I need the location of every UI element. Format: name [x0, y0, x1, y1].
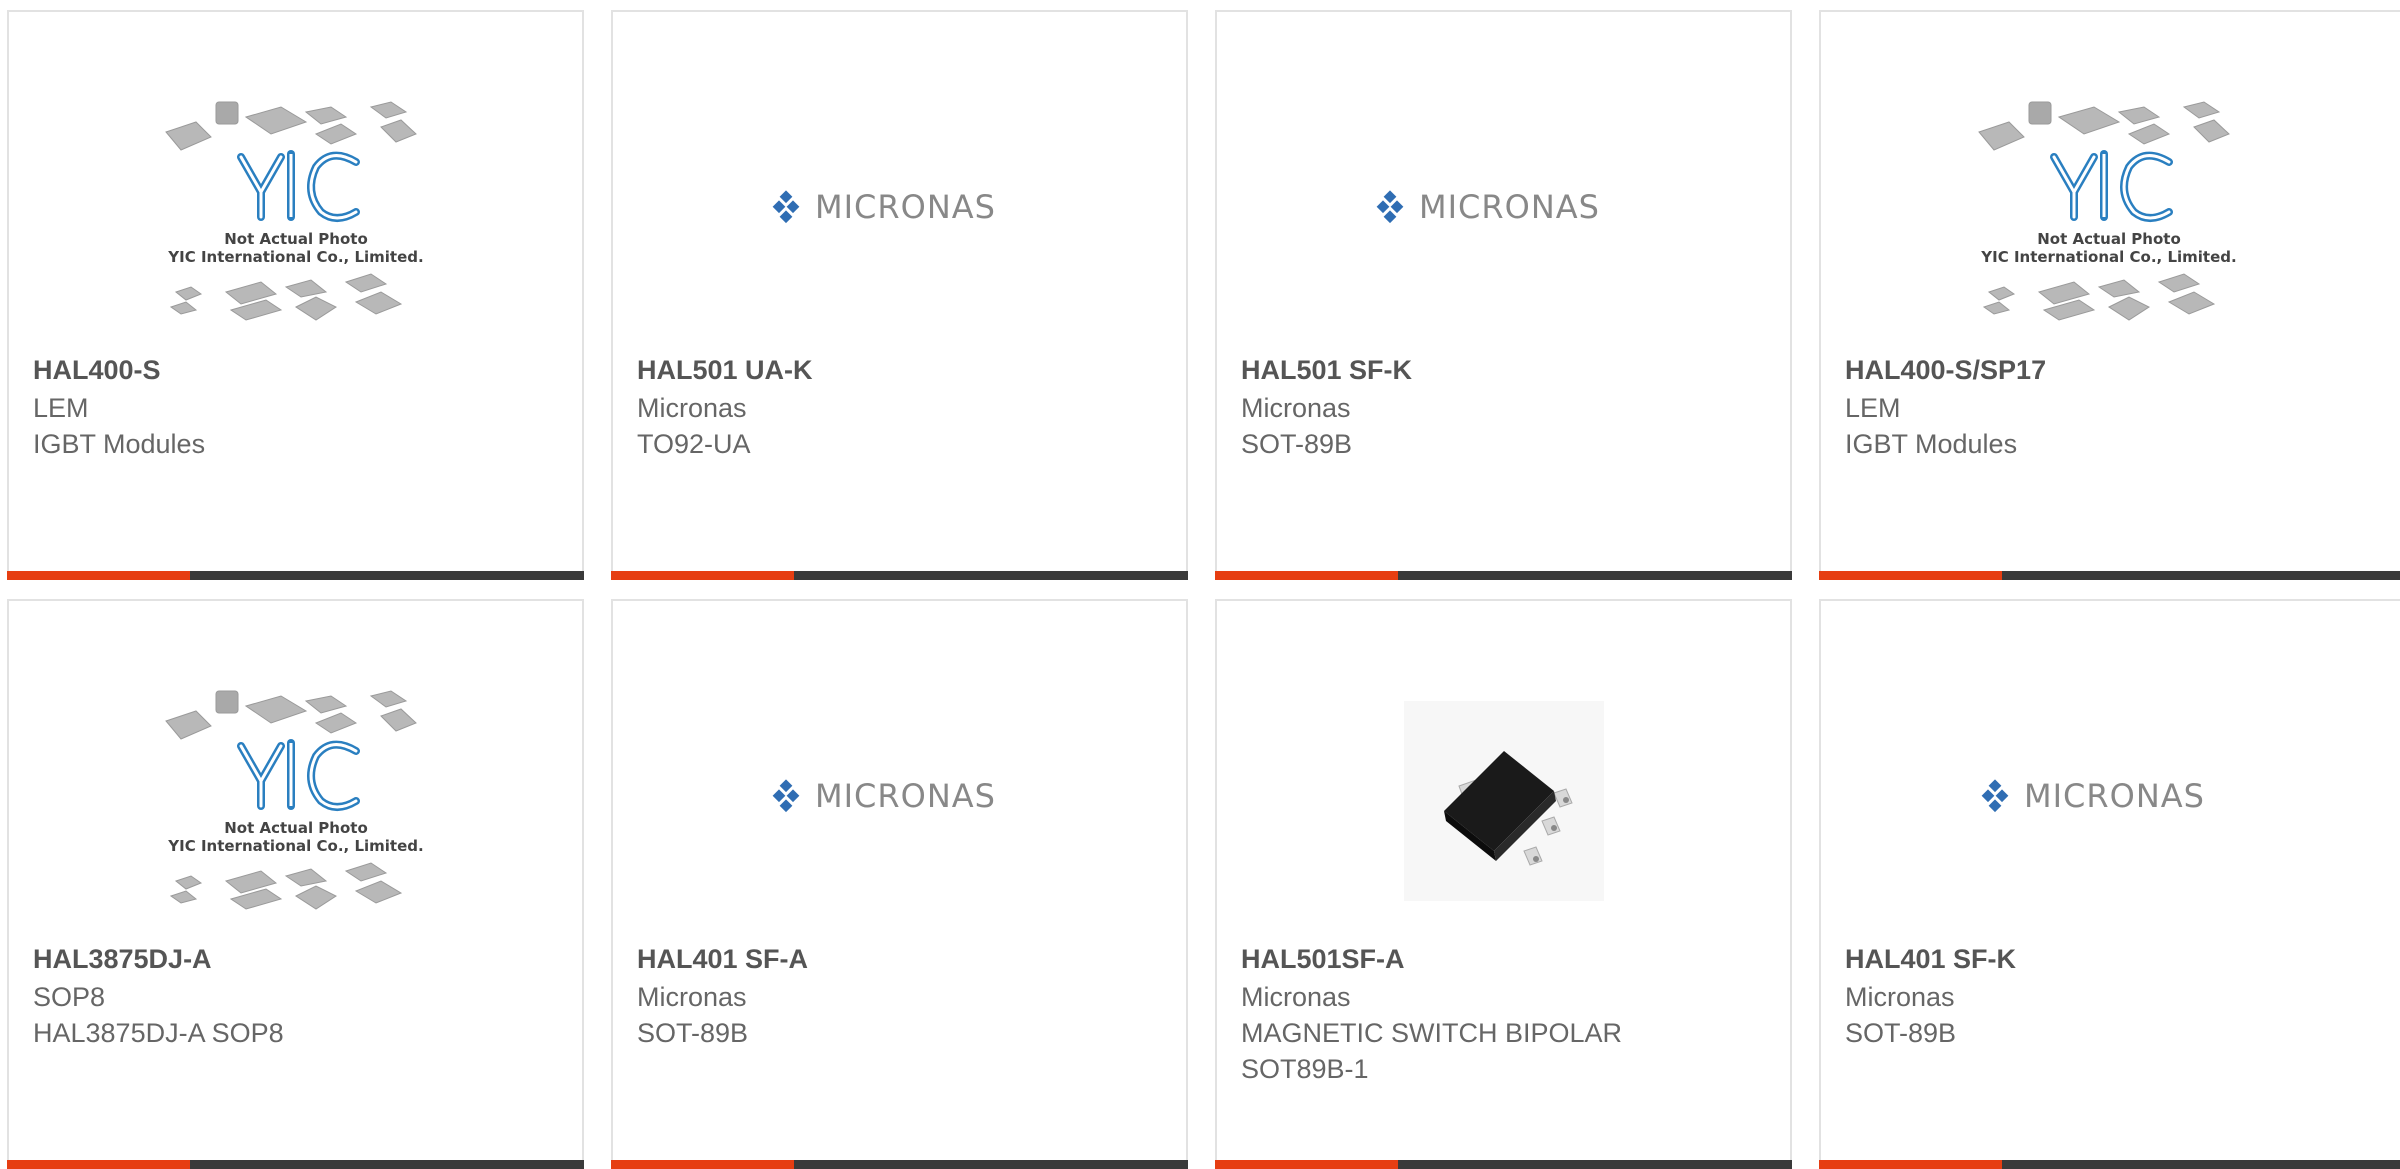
- product-image-micronas: MICRONAS: [613, 72, 1186, 352]
- image-caption-2: YIC International Co., Limited.: [167, 837, 423, 855]
- card-accent-bar: [7, 571, 190, 580]
- product-manufacturer: SOP8: [33, 982, 106, 1012]
- logo-text: MICRONAS: [1419, 188, 1600, 226]
- logo-text: MICRONAS: [815, 777, 996, 815]
- card-accent-bar: [1819, 571, 2002, 580]
- chip-icon: [1403, 701, 1604, 901]
- product-part-number: HAL3875DJ-A: [33, 944, 212, 974]
- product-description: HAL3875DJ-A SOP8: [33, 1018, 284, 1048]
- card-bottom-bar: [1819, 571, 2400, 580]
- micronas-logo-icon: MICRONAS: [1981, 777, 2205, 815]
- product-image-micronas: MICRONAS: [613, 661, 1186, 941]
- micronas-logo-icon: MICRONAS: [772, 777, 996, 815]
- product-part-number: HAL501SF-A: [1241, 944, 1405, 974]
- product-part-number: HAL400-S/SP17: [1845, 355, 2047, 385]
- product-part-number: HAL501 UA-K: [637, 355, 813, 385]
- product-manufacturer: Micronas: [1241, 982, 1351, 1012]
- product-card[interactable]: MICRONAS HAL501 SF-K Micronas SOT-89B: [1215, 10, 1792, 580]
- logo-text: MICRONAS: [815, 188, 996, 226]
- image-caption-2: YIC International Co., Limited.: [1980, 248, 2236, 266]
- product-image-yic: Not Actual Photo YIC International Co., …: [1821, 72, 2396, 352]
- card-bottom-bar: [611, 571, 1188, 580]
- product-manufacturer: LEM: [33, 393, 89, 423]
- product-manufacturer: Micronas: [1241, 393, 1351, 423]
- product-manufacturer: LEM: [1845, 393, 1901, 423]
- product-image-micronas: MICRONAS: [1217, 72, 1790, 352]
- card-accent-bar: [1819, 1160, 2002, 1169]
- product-card[interactable]: MICRONAS HAL401 SF-A Micronas SOT-89B: [611, 599, 1188, 1169]
- product-description-extra: SOT89B-1: [1241, 1054, 1369, 1084]
- card-bottom-bar: [1215, 1160, 1792, 1169]
- card-bottom-bar: [1215, 571, 1792, 580]
- card-accent-bar: [611, 571, 794, 580]
- card-bottom-bar: [1819, 1160, 2400, 1169]
- product-grid: Not Actual Photo YIC International Co., …: [0, 0, 2400, 1169]
- product-manufacturer: Micronas: [637, 982, 747, 1012]
- card-bottom-bar: [611, 1160, 1188, 1169]
- product-card[interactable]: HAL501SF-A Micronas MAGNETIC SWITCH BIPO…: [1215, 599, 1792, 1169]
- product-description: IGBT Modules: [1845, 429, 2018, 459]
- card-accent-bar: [611, 1160, 794, 1169]
- logo-text: MICRONAS: [2024, 777, 2205, 815]
- card-bottom-bar: [7, 571, 584, 580]
- product-manufacturer: Micronas: [637, 393, 747, 423]
- image-caption-2: YIC International Co., Limited.: [167, 248, 423, 266]
- product-card[interactable]: Not Actual Photo YIC International Co., …: [7, 10, 584, 580]
- product-image-chip-photo: [1217, 661, 1790, 941]
- image-caption-1: Not Actual Photo: [224, 230, 368, 248]
- product-image-yic: Not Actual Photo YIC International Co., …: [9, 661, 582, 941]
- card-accent-bar: [1215, 571, 1398, 580]
- product-part-number: HAL401 SF-K: [1845, 944, 2017, 974]
- product-image-micronas: MICRONAS: [1821, 661, 2396, 941]
- product-card[interactable]: Not Actual Photo YIC International Co., …: [1819, 10, 2400, 580]
- image-caption-1: Not Actual Photo: [2037, 230, 2181, 248]
- image-caption-1: Not Actual Photo: [224, 819, 368, 837]
- micronas-logo-icon: MICRONAS: [772, 188, 996, 226]
- card-bottom-bar: [7, 1160, 584, 1169]
- product-part-number: HAL501 SF-K: [1241, 355, 1413, 385]
- product-description: IGBT Modules: [33, 429, 206, 459]
- product-description: MAGNETIC SWITCH BIPOLAR: [1241, 1018, 1623, 1048]
- card-accent-bar: [7, 1160, 190, 1169]
- product-description: TO92-UA: [637, 429, 751, 459]
- product-part-number: HAL400-S: [33, 355, 161, 385]
- product-description: SOT-89B: [637, 1018, 749, 1048]
- product-image-yic: Not Actual Photo YIC International Co., …: [9, 72, 582, 352]
- product-card[interactable]: MICRONAS HAL401 SF-K Micronas SOT-89B: [1819, 599, 2400, 1169]
- product-card[interactable]: Not Actual Photo YIC International Co., …: [7, 599, 584, 1169]
- product-manufacturer: Micronas: [1845, 982, 1955, 1012]
- product-card[interactable]: MICRONAS HAL501 UA-K Micronas TO92-UA: [611, 10, 1188, 580]
- card-accent-bar: [1215, 1160, 1398, 1169]
- product-description: SOT-89B: [1241, 429, 1353, 459]
- micronas-logo-icon: MICRONAS: [1376, 188, 1600, 226]
- product-description: SOT-89B: [1845, 1018, 1957, 1048]
- product-part-number: HAL401 SF-A: [637, 944, 809, 974]
